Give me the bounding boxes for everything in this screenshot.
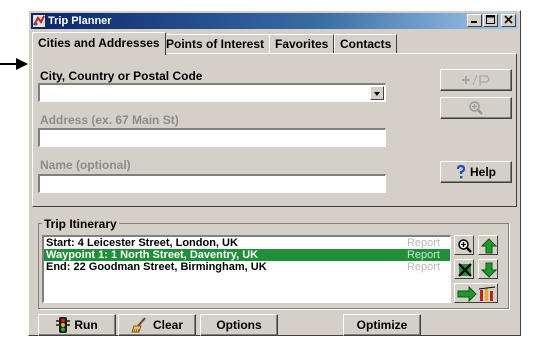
- title-bar[interactable]: Trip Planner: [31, 13, 518, 29]
- broom-icon: [131, 317, 146, 333]
- help-button[interactable]: Help: [440, 161, 512, 183]
- magnifier-plus-icon: [469, 101, 483, 115]
- clear-label: Clear: [152, 318, 184, 332]
- report-link[interactable]: Report: [407, 237, 440, 249]
- itinerary-row-text: Waypoint 1: 1 North Street, Daventry, UK: [46, 249, 259, 261]
- tab-contacts[interactable]: Contacts: [334, 34, 398, 53]
- trip-planner-window: Trip Planner Cities and Addresses Points…: [28, 10, 521, 336]
- zoom-to-location-button[interactable]: [440, 97, 512, 119]
- window-title: Trip Planner: [48, 15, 112, 27]
- add-to-itinerary-icon: [462, 74, 490, 86]
- report-link[interactable]: Report: [407, 261, 440, 273]
- close-button[interactable]: [501, 14, 516, 27]
- move-stop-up-button[interactable]: [478, 235, 498, 255]
- chevron-down-icon[interactable]: [370, 86, 384, 100]
- tab-cities-and-addresses[interactable]: Cities and Addresses: [32, 32, 166, 55]
- arrow-right-flag-icon: [457, 286, 496, 302]
- route-to-destination-button[interactable]: [454, 283, 498, 303]
- address-label: Address (ex. 67 Main St): [40, 113, 179, 127]
- options-button[interactable]: Options: [200, 314, 278, 336]
- city-combobox[interactable]: [38, 83, 386, 102]
- itinerary-row-start[interactable]: Start: 4 Leicester Street, London, UK Re…: [44, 237, 450, 249]
- tab-points-of-interest[interactable]: Points of Interest: [160, 34, 271, 53]
- city-label: City, Country or Postal Code: [40, 69, 203, 83]
- itinerary-row-text: End: 22 Goodman Street, Birmingham, UK: [46, 261, 267, 273]
- run-button[interactable]: Run: [38, 314, 116, 336]
- help-question-icon: [456, 165, 466, 179]
- delete-stop-icon: [458, 263, 472, 277]
- move-stop-down-button[interactable]: [478, 259, 498, 279]
- trip-planner-app-icon: [33, 15, 45, 27]
- itinerary-row-waypoint-1[interactable]: Waypoint 1: 1 North Street, Daventry, UK…: [44, 249, 450, 261]
- address-field[interactable]: [38, 128, 386, 147]
- minimize-icon: [471, 21, 477, 23]
- add-to-itinerary-button[interactable]: [440, 69, 512, 91]
- clear-button[interactable]: Clear: [118, 314, 196, 336]
- trip-itinerary-title: Trip Itinerary: [42, 217, 119, 231]
- itinerary-list[interactable]: Start: 4 Leicester Street, London, UK Re…: [42, 235, 451, 303]
- report-link[interactable]: Report: [407, 249, 440, 261]
- optimize-label: Optimize: [356, 318, 408, 332]
- itinerary-row-end[interactable]: End: 22 Goodman Street, Birmingham, UK R…: [44, 261, 450, 273]
- optimize-button[interactable]: Optimize: [343, 314, 421, 336]
- maximize-button[interactable]: [483, 14, 498, 27]
- arrow-down-icon: [481, 262, 497, 278]
- pointer-arrow-icon: [0, 58, 28, 70]
- zoom-to-stop-button[interactable]: [454, 235, 474, 255]
- magnifier-plus-icon: [458, 239, 472, 253]
- name-label: Name (optional): [40, 158, 131, 172]
- traffic-light-icon: [56, 317, 71, 333]
- close-icon: [504, 15, 513, 24]
- maximize-icon: [486, 15, 495, 24]
- run-label: Run: [74, 318, 98, 332]
- options-label: Options: [216, 318, 262, 332]
- delete-stop-button[interactable]: [454, 259, 474, 279]
- help-label: Help: [469, 165, 496, 179]
- arrow-up-icon: [481, 238, 497, 254]
- tab-favorites[interactable]: Favorites: [269, 34, 335, 53]
- name-field[interactable]: [38, 174, 386, 193]
- minimize-button[interactable]: [467, 14, 482, 27]
- itinerary-row-text: Start: 4 Leicester Street, London, UK: [46, 237, 238, 249]
